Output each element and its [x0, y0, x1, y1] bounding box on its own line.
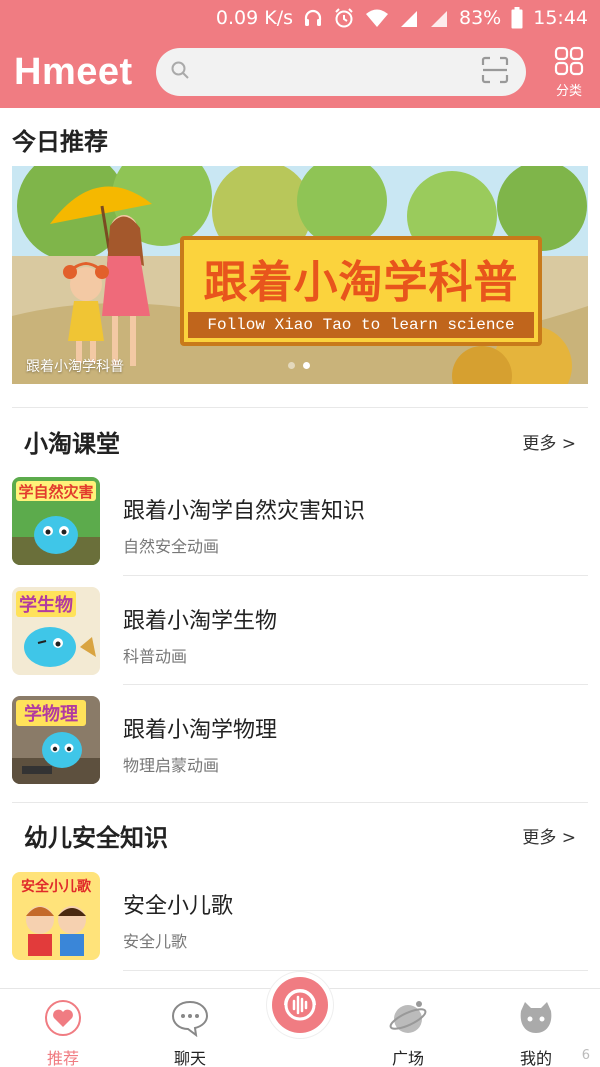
banner-caption: 跟着小淘学科普	[26, 359, 124, 375]
app-header: Hmeet 分类	[0, 36, 600, 108]
tab-recommend[interactable]: 推荐	[23, 999, 103, 1067]
carousel-dot-active	[303, 362, 310, 369]
course-thumbnail: 学物理	[12, 696, 100, 784]
heart-icon	[44, 999, 82, 1041]
divider	[123, 684, 588, 685]
item-title: 跟着小淘学生物	[123, 609, 278, 634]
tab-record-center-button[interactable]	[267, 972, 333, 1038]
divider	[12, 407, 588, 408]
item-title: 跟着小淘学自然灾害知识	[123, 499, 366, 524]
item-title: 安全小儿歌	[123, 894, 234, 919]
search-input[interactable]	[198, 63, 480, 81]
item-subtitle: 自然安全动画	[123, 537, 220, 556]
section-title: 幼儿安全知识	[24, 824, 168, 852]
audio-record-icon	[272, 977, 328, 1033]
tab-chat[interactable]: 聊天	[150, 999, 230, 1067]
section-title: 小淘课堂	[24, 430, 120, 458]
thumb-text: 学自然灾害	[18, 483, 93, 501]
item-subtitle: 物理启蒙动画	[123, 756, 220, 775]
headphones-icon	[303, 8, 323, 28]
list-item[interactable]: 学物理 跟着小淘学物理 物理启蒙动画	[12, 696, 588, 806]
chat-bubble-icon	[170, 999, 210, 1041]
clock-time: 15:44	[533, 7, 588, 29]
alarm-icon	[333, 7, 355, 29]
battery-icon	[511, 7, 523, 29]
banner-carousel[interactable]: 跟着小淘学科普 Follow Xiao Tao to learn science…	[12, 166, 588, 384]
category-label: 分类	[555, 84, 582, 99]
watermark: 6	[581, 1048, 590, 1063]
tab-label: 我的	[519, 1049, 552, 1067]
item-subtitle: 安全儿歌	[123, 932, 188, 951]
course-thumbnail: 学自然灾害	[12, 477, 100, 565]
status-bar: 0.09 K/s 83% 15:44	[0, 0, 600, 36]
item-title: 跟着小淘学物理	[123, 718, 278, 743]
thumb-text: 学生物	[19, 594, 73, 616]
search-icon	[170, 60, 190, 84]
list-item[interactable]: 学生物 跟着小淘学生物 科普动画	[12, 587, 588, 697]
planet-icon	[388, 999, 428, 1041]
tab-label: 推荐	[46, 1049, 79, 1067]
cat-face-icon	[516, 999, 556, 1041]
tab-square[interactable]: 广场	[368, 999, 448, 1067]
carousel-dot	[288, 362, 295, 369]
banner-title-board: 跟着小淘学科普 Follow Xiao Tao to learn science	[180, 236, 542, 346]
thumb-text: 学物理	[24, 703, 78, 725]
tab-label: 聊天	[173, 1049, 206, 1067]
tab-mine[interactable]: 我的	[496, 999, 576, 1067]
divider	[12, 802, 588, 803]
item-subtitle: 科普动画	[123, 647, 188, 666]
banner-title-cn: 跟着小淘学科普	[203, 257, 519, 308]
battery-percent: 83%	[459, 7, 502, 29]
carousel-indicator	[288, 362, 310, 369]
network-speed: 0.09 K/s	[215, 7, 293, 29]
today-recommend-title: 今日推荐	[12, 128, 108, 156]
more-link[interactable]: 更多 >	[522, 823, 576, 848]
more-link[interactable]: 更多 >	[522, 429, 576, 454]
signal-icon	[399, 8, 419, 28]
divider	[123, 575, 588, 576]
app-screen: 0.09 K/s 83% 15:44 Hmeet 分类 今日推荐 跟着小淘学科普…	[0, 0, 600, 1067]
category-button[interactable]: 分类	[546, 46, 592, 99]
app-logo: Hmeet	[14, 50, 133, 93]
course-thumbnail: 安全小儿歌	[12, 872, 100, 960]
list-item[interactable]: 安全小儿歌 安全小儿歌 安全儿歌	[12, 872, 588, 982]
section-header-xiaotao-class: 小淘课堂 更多 >	[24, 424, 576, 459]
thumb-text: 安全小儿歌	[21, 878, 92, 895]
tab-label: 广场	[391, 1049, 424, 1067]
divider	[123, 970, 588, 971]
signal-icon-2	[429, 8, 449, 28]
search-bar[interactable]	[156, 48, 526, 96]
grid-icon	[554, 46, 584, 80]
banner-title-en: Follow Xiao Tao to learn science	[188, 312, 534, 338]
section-header-child-safety: 幼儿安全知识 更多 >	[24, 818, 576, 853]
course-thumbnail: 学生物	[12, 587, 100, 675]
scan-icon[interactable]	[480, 55, 510, 89]
list-item[interactable]: 学自然灾害 跟着小淘学自然灾害知识 自然安全动画	[12, 477, 588, 587]
wifi-icon	[365, 8, 389, 28]
